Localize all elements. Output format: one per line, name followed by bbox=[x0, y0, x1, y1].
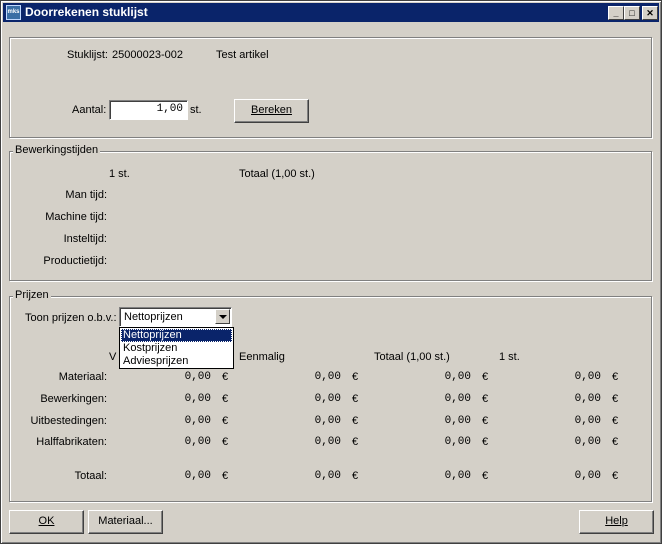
prijzen-col-total: Totaal (1,00 st.) bbox=[374, 351, 450, 363]
aantal-label: Aantal: bbox=[72, 104, 107, 116]
price-value: 0,00 bbox=[444, 470, 471, 482]
currency-symbol: € bbox=[482, 415, 489, 427]
currency-symbol: € bbox=[482, 393, 489, 405]
currency-symbol: € bbox=[612, 371, 619, 383]
price-value: 0,00 bbox=[184, 436, 211, 448]
price-value: 0,00 bbox=[184, 470, 211, 482]
price-value: 0,00 bbox=[444, 393, 471, 405]
ok-button[interactable]: OK bbox=[9, 510, 84, 534]
stuklijst-name: Test artikel bbox=[216, 49, 269, 61]
toon-prijzen-label: Toon prijzen o.b.v.: bbox=[25, 312, 117, 324]
price-value: 0,00 bbox=[444, 371, 471, 383]
price-value: 0,00 bbox=[184, 393, 211, 405]
prijzen-col-v: V bbox=[109, 351, 117, 363]
currency-symbol: € bbox=[352, 436, 359, 448]
currency-symbol: € bbox=[612, 415, 619, 427]
help-button[interactable]: Help bbox=[579, 510, 654, 534]
machine-tijd-label: Machine tijd: bbox=[45, 211, 107, 223]
prijzen-dropdown-list: Nettoprijzen Kostprijzen Adviesprijzen bbox=[119, 327, 234, 369]
prijzen-legend: Prijzen bbox=[13, 289, 51, 301]
currency-symbol: € bbox=[612, 436, 619, 448]
title-bar[interactable]: mks Doorrekenen stuklijst _ □ ✕ bbox=[3, 3, 659, 22]
uitbestedingen-label: Uitbestedingen: bbox=[30, 415, 107, 427]
dialog-window: mks Doorrekenen stuklijst _ □ ✕ Stuklijs… bbox=[0, 0, 662, 544]
prijzen-select[interactable]: Nettoprijzen bbox=[119, 307, 232, 327]
productietijd-label: Productietijd: bbox=[43, 255, 107, 267]
price-value: 0,00 bbox=[184, 415, 211, 427]
currency-symbol: € bbox=[222, 393, 229, 405]
currency-symbol: € bbox=[222, 470, 229, 482]
chevron-down-icon[interactable] bbox=[215, 309, 230, 324]
price-value: 0,00 bbox=[574, 415, 601, 427]
man-tijd-label: Man tijd: bbox=[65, 189, 107, 201]
materiaal-button-label: Materiaal... bbox=[98, 515, 153, 527]
price-value: 0,00 bbox=[444, 436, 471, 448]
bewerkingstijden-legend: Bewerkingstijden bbox=[13, 144, 101, 156]
aantal-input[interactable]: 1,00 bbox=[109, 100, 188, 120]
close-icon[interactable]: ✕ bbox=[642, 6, 658, 20]
price-value: 0,00 bbox=[314, 415, 341, 427]
price-value: 0,00 bbox=[574, 436, 601, 448]
currency-symbol: € bbox=[352, 415, 359, 427]
halffabrikaten-label: Halffabrikaten: bbox=[36, 436, 107, 448]
currency-symbol: € bbox=[222, 415, 229, 427]
price-value: 0,00 bbox=[314, 470, 341, 482]
price-value: 0,00 bbox=[574, 470, 601, 482]
stuklijst-code: 25000023-002 bbox=[112, 49, 183, 61]
dropdown-option-adviesprijzen[interactable]: Adviesprijzen bbox=[121, 355, 232, 368]
bewerkingen-label: Bewerkingen: bbox=[40, 393, 107, 405]
dropdown-option-nettoprijzen[interactable]: Nettoprijzen bbox=[121, 329, 232, 342]
help-button-label: Help bbox=[605, 515, 628, 527]
prijzen-select-value: Nettoprijzen bbox=[124, 311, 183, 323]
price-value: 0,00 bbox=[184, 371, 211, 383]
price-value: 0,00 bbox=[314, 436, 341, 448]
bereken-button-label: Bereken bbox=[251, 104, 292, 116]
maximize-icon[interactable]: □ bbox=[624, 6, 640, 20]
window-title: Doorrekenen stuklijst bbox=[25, 5, 148, 19]
currency-symbol: € bbox=[352, 393, 359, 405]
price-value: 0,00 bbox=[574, 393, 601, 405]
prijzen-col-unit: 1 st. bbox=[499, 351, 520, 363]
materiaal-label: Materiaal: bbox=[58, 371, 107, 383]
bereken-button[interactable]: Bereken bbox=[234, 99, 309, 123]
totaal-label: Totaal: bbox=[74, 470, 107, 482]
aantal-unit: st. bbox=[190, 104, 202, 116]
minimize-icon[interactable]: _ bbox=[608, 6, 624, 20]
price-value: 0,00 bbox=[314, 371, 341, 383]
currency-symbol: € bbox=[482, 470, 489, 482]
currency-symbol: € bbox=[482, 436, 489, 448]
currency-symbol: € bbox=[222, 436, 229, 448]
stuklijst-label: Stuklijst: bbox=[67, 49, 108, 61]
materiaal-button[interactable]: Materiaal... bbox=[88, 510, 163, 534]
prijzen-col-eenmalig: Eenmalig bbox=[239, 351, 285, 363]
app-icon: mks bbox=[6, 5, 21, 20]
price-value: 0,00 bbox=[444, 415, 471, 427]
currency-symbol: € bbox=[352, 371, 359, 383]
bewerkingstijden-col-total: Totaal (1,00 st.) bbox=[239, 168, 315, 180]
ok-button-label: OK bbox=[38, 515, 55, 527]
currency-symbol: € bbox=[482, 371, 489, 383]
currency-symbol: € bbox=[612, 393, 619, 405]
currency-symbol: € bbox=[612, 470, 619, 482]
insteltijd-label: Insteltijd: bbox=[63, 233, 107, 245]
dropdown-option-kostprijzen[interactable]: Kostprijzen bbox=[121, 342, 232, 355]
price-value: 0,00 bbox=[574, 371, 601, 383]
bewerkingstijden-col-unit: 1 st. bbox=[109, 168, 130, 180]
price-value: 0,00 bbox=[314, 393, 341, 405]
currency-symbol: € bbox=[222, 371, 229, 383]
currency-symbol: € bbox=[352, 470, 359, 482]
